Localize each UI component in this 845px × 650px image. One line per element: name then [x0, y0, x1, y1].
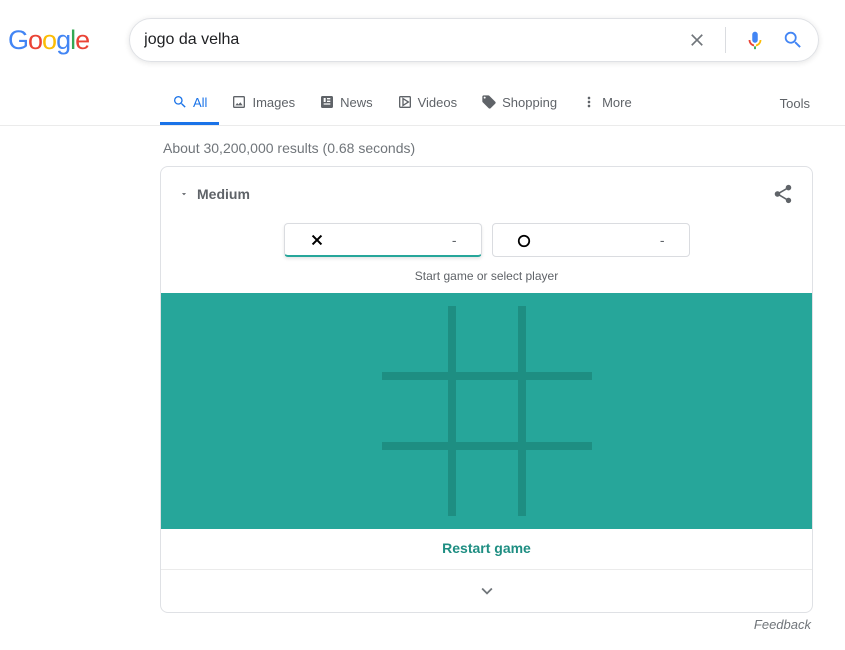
- player-o-button[interactable]: -: [492, 223, 690, 257]
- tab-label: Shopping: [502, 95, 557, 110]
- tab-shopping[interactable]: Shopping: [469, 84, 569, 125]
- o-symbol: [517, 230, 531, 250]
- image-icon: [231, 94, 247, 110]
- cell-1-2[interactable]: [526, 378, 592, 444]
- cell-2-0[interactable]: [382, 450, 448, 516]
- cell-0-0[interactable]: [382, 306, 448, 372]
- clear-icon[interactable]: [687, 30, 707, 50]
- tab-more[interactable]: More: [569, 84, 644, 125]
- player-o-score: -: [660, 232, 665, 248]
- tab-label: All: [193, 95, 207, 110]
- player-x-button[interactable]: -: [284, 223, 482, 257]
- restart-button[interactable]: Restart game: [442, 540, 531, 556]
- dots-icon: [581, 94, 597, 110]
- game-board: [382, 306, 592, 516]
- search-box[interactable]: [129, 18, 819, 62]
- divider: [725, 27, 726, 53]
- news-icon: [319, 94, 335, 110]
- cell-0-1[interactable]: [454, 306, 520, 372]
- tab-images[interactable]: Images: [219, 84, 307, 125]
- results-stats: About 30,200,000 results (0.68 seconds): [0, 126, 845, 166]
- tab-label: More: [602, 95, 632, 110]
- game-board-area: [161, 293, 812, 529]
- share-button[interactable]: [772, 183, 794, 205]
- search-icon: [172, 94, 188, 110]
- tab-news[interactable]: News: [307, 84, 385, 125]
- x-symbol: [309, 228, 325, 251]
- search-tabs: All Images News Videos Shopping More: [160, 84, 644, 125]
- search-input[interactable]: [144, 31, 687, 49]
- tag-icon: [481, 94, 497, 110]
- tab-label: Images: [252, 95, 295, 110]
- video-icon: [397, 94, 413, 110]
- tab-label: News: [340, 95, 373, 110]
- tools-button[interactable]: Tools: [780, 86, 810, 123]
- tab-all[interactable]: All: [160, 84, 219, 125]
- tab-videos[interactable]: Videos: [385, 84, 470, 125]
- game-instruction: Start game or select player: [161, 263, 812, 293]
- dropdown-icon: [179, 189, 189, 199]
- difficulty-selector[interactable]: Medium: [179, 186, 250, 202]
- expand-button[interactable]: [161, 570, 812, 612]
- player-x-score: -: [452, 232, 457, 248]
- mic-icon[interactable]: [744, 29, 766, 51]
- google-logo[interactable]: G o o g l e: [8, 25, 89, 56]
- cell-1-0[interactable]: [382, 378, 448, 444]
- share-icon: [772, 183, 794, 205]
- search-icon[interactable]: [782, 29, 804, 51]
- chevron-down-icon: [476, 580, 498, 602]
- tab-label: Videos: [418, 95, 458, 110]
- tictactoe-card: Medium - - Start game or select player: [160, 166, 813, 613]
- cell-1-1[interactable]: [454, 378, 520, 444]
- feedback-link[interactable]: Feedback: [754, 617, 811, 632]
- cell-2-1[interactable]: [454, 450, 520, 516]
- cell-0-2[interactable]: [526, 306, 592, 372]
- cell-2-2[interactable]: [526, 450, 592, 516]
- difficulty-label: Medium: [197, 186, 250, 202]
